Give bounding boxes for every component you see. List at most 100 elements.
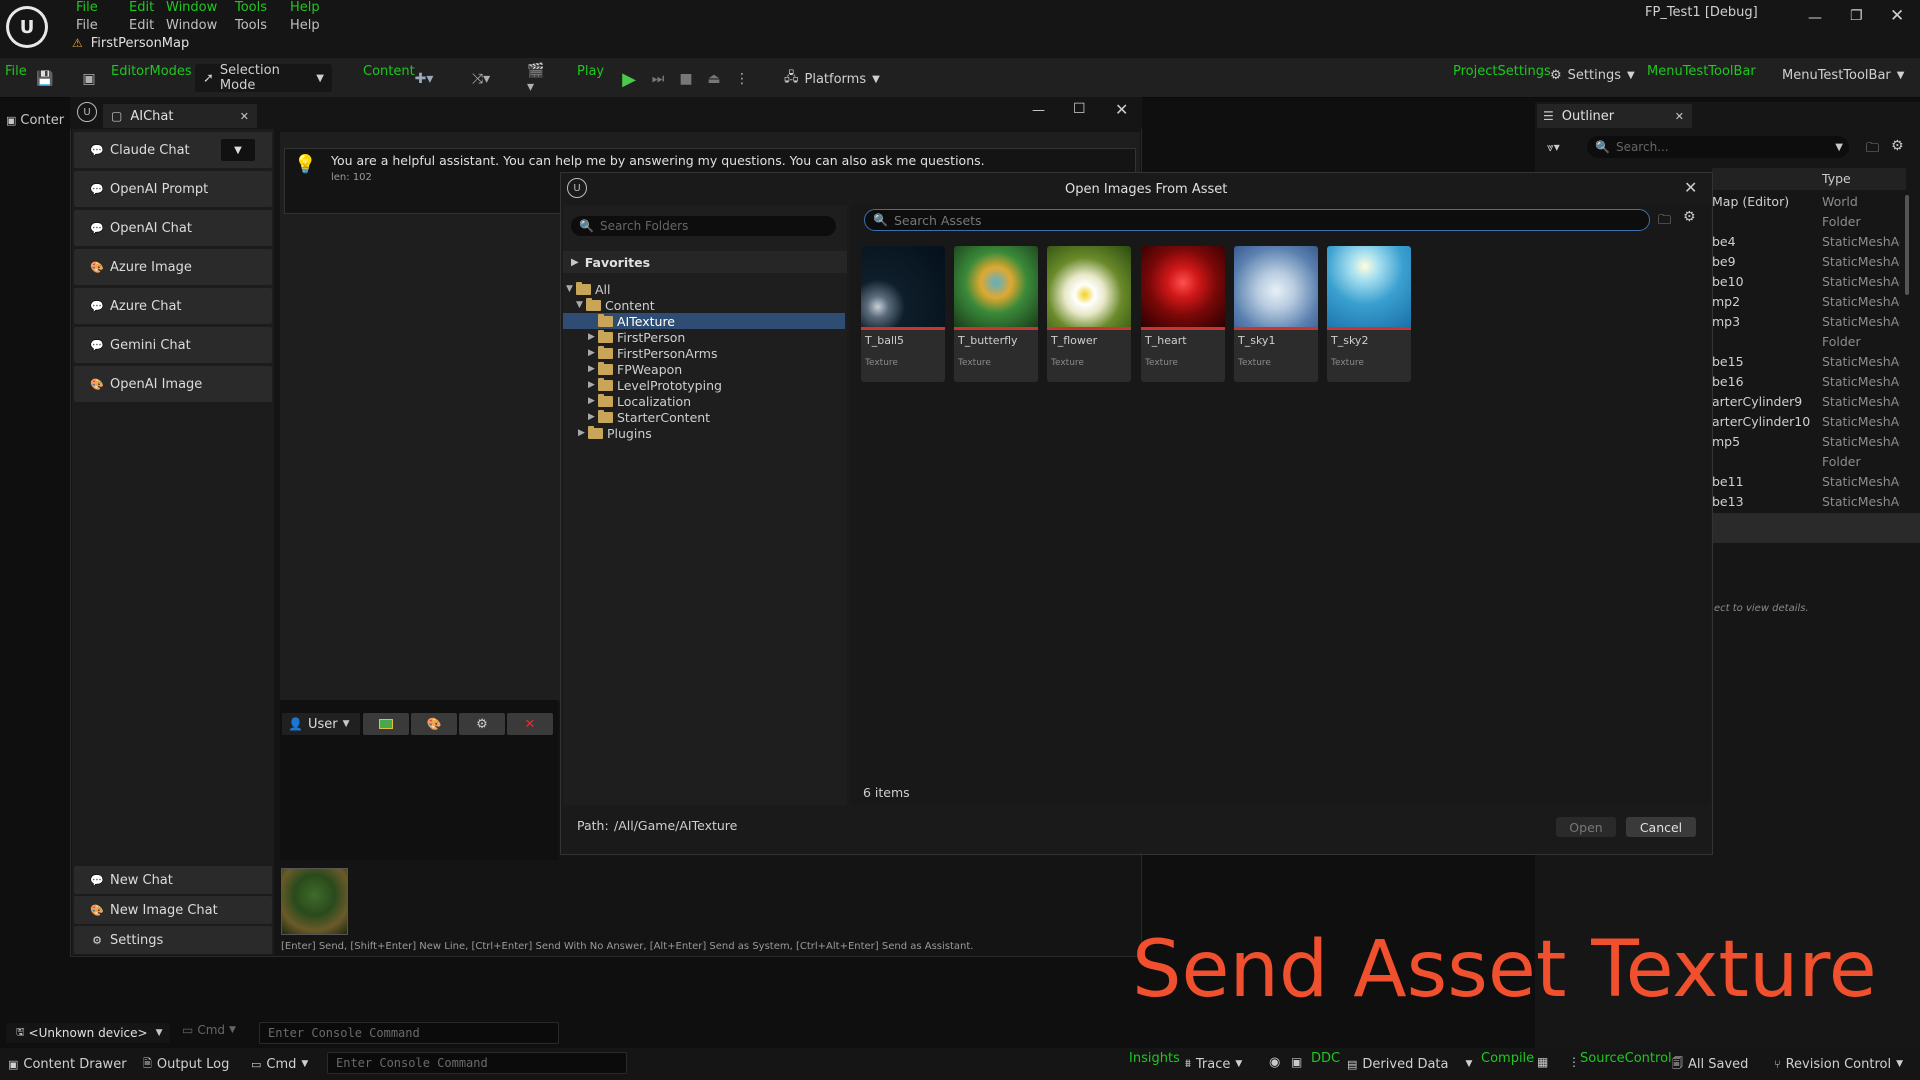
- more-options-icon[interactable]: ⋮: [731, 68, 753, 90]
- derived-data-dropdown[interactable]: ▤ Derived Data ▼: [1347, 1053, 1472, 1075]
- options-button[interactable]: ⚙: [459, 713, 505, 735]
- menu-window[interactable]: Window: [166, 18, 235, 33]
- tree-item-levelprototyping[interactable]: ▶ LevelPrototyping: [563, 377, 845, 393]
- settings-dropdown[interactable]: ⚙ Settings ▼: [1550, 68, 1635, 83]
- table-row[interactable]: mp3 StaticMeshAc: [1712, 314, 1904, 334]
- blueprint-icon[interactable]: ⤨▾: [470, 68, 492, 90]
- eject-icon[interactable]: ⏏: [703, 68, 725, 90]
- view-folder-icon[interactable]: 🗀: [1658, 211, 1671, 233]
- close-tab-icon[interactable]: ✕: [1675, 110, 1684, 123]
- table-row[interactable]: Folder: [1712, 214, 1904, 234]
- cinematics-icon[interactable]: 🎬▾: [527, 63, 549, 95]
- new-image-chat-button[interactable]: 🎨 New Image Chat: [74, 896, 272, 924]
- source-control-button[interactable]: SourceControl: [1580, 1051, 1672, 1066]
- aichat-tab[interactable]: ▢ AIChat ✕: [103, 104, 257, 128]
- search-folders-input[interactable]: 🔍 Search Folders: [571, 216, 836, 236]
- table-row[interactable]: Folder: [1712, 334, 1904, 354]
- selection-mode-dropdown[interactable]: ➚ Selection Mode ▼: [195, 63, 332, 93]
- favorites-section[interactable]: ▶ Favorites: [563, 251, 847, 273]
- table-row[interactable]: arterCylinder10 StaticMeshAc: [1712, 414, 1904, 434]
- sidebar-item-azure-image[interactable]: 🎨 Azure Image: [74, 249, 272, 285]
- toolbar-content[interactable]: Content: [363, 64, 415, 79]
- new-chat-button[interactable]: 💬 New Chat: [74, 866, 272, 894]
- asset-tile-t-ball5[interactable]: T_ball5 Texture: [861, 246, 945, 382]
- menu-test-toolbar-dropdown[interactable]: MenuTestToolBar ▼: [1782, 68, 1904, 83]
- tree-item-localization[interactable]: ▶ Localization: [563, 393, 845, 409]
- tree-item-all[interactable]: ▼ All: [563, 281, 845, 297]
- type-column-header[interactable]: Type: [1822, 171, 1851, 186]
- toolbar-play-label[interactable]: Play: [577, 64, 604, 79]
- device-dropdown[interactable]: 🖫 <Unknown device> ▼: [6, 1023, 170, 1043]
- asset-tile-t-flower[interactable]: T_flower Texture: [1047, 246, 1131, 382]
- table-row[interactable]: mp2 StaticMeshAc: [1712, 294, 1904, 314]
- tree-item-plugins[interactable]: ▶ Plugins: [563, 425, 845, 441]
- all-saved-status[interactable]: 🗐 All Saved: [1672, 1053, 1748, 1075]
- table-row[interactable]: mp5 StaticMeshAc: [1712, 434, 1904, 454]
- save-icon[interactable]: 💾: [34, 68, 56, 90]
- asset-tile-t-sky2[interactable]: T_sky2 Texture: [1327, 246, 1411, 382]
- table-row[interactable]: be15 StaticMeshAc: [1712, 354, 1904, 374]
- gear-icon[interactable]: ⚙: [1683, 209, 1696, 225]
- table-row[interactable]: be13 StaticMeshAc: [1712, 494, 1904, 514]
- window-close-icon[interactable]: ✕: [1115, 100, 1128, 119]
- camera-icon[interactable]: ▣: [1291, 1055, 1302, 1069]
- table-row[interactable]: be11 StaticMeshAc: [1712, 474, 1904, 494]
- asset-tile-t-sky1[interactable]: T_sky1 Texture: [1234, 246, 1318, 382]
- sidebar-item-openai-chat[interactable]: 💬 OpenAI Chat: [74, 210, 272, 246]
- open-button[interactable]: Open: [1556, 817, 1616, 837]
- settings-button[interactable]: ⚙ Settings: [74, 926, 272, 954]
- cancel-button[interactable]: Cancel: [1626, 817, 1696, 837]
- close-icon[interactable]: ✕: [1890, 6, 1904, 26]
- sidebar-item-gemini-chat[interactable]: 💬 Gemini Chat: [74, 327, 272, 363]
- tree-item-firstpersonarms[interactable]: ▶ FirstPersonArms: [563, 345, 845, 361]
- filter-icon[interactable]: ⩔▾: [1547, 140, 1560, 155]
- toolbar-project-settings[interactable]: ProjectSettings: [1453, 64, 1551, 79]
- window-maximize-icon[interactable]: ☐: [1073, 101, 1086, 117]
- delete-button[interactable]: ✕: [507, 713, 553, 735]
- unreal-logo-icon[interactable]: U: [6, 6, 48, 48]
- console-command-input[interactable]: Enter Console Command: [259, 1022, 559, 1044]
- more-icon[interactable]: ⋮: [1568, 1055, 1580, 1069]
- table-row[interactable]: Folder: [1712, 454, 1904, 474]
- add-folder-icon[interactable]: 🗀: [1866, 139, 1879, 161]
- add-actor-icon[interactable]: ✚▾: [413, 68, 435, 90]
- stop-icon[interactable]: ■: [675, 68, 697, 90]
- compile-button[interactable]: Compile: [1481, 1051, 1534, 1066]
- console-cmd-dropdown[interactable]: ▭ Cmd ▼: [182, 1023, 236, 1037]
- toolbar-menu-test-green[interactable]: MenuTestToolBar: [1647, 64, 1756, 79]
- record-icon[interactable]: ◉: [1269, 1055, 1280, 1070]
- restore-icon[interactable]: ❐: [1850, 8, 1863, 24]
- tree-item-content[interactable]: ▼ Content: [563, 297, 845, 313]
- tree-item-aitexture[interactable]: AITexture: [563, 313, 845, 329]
- menu-help[interactable]: Help: [290, 0, 330, 15]
- claude-chat-dropdown[interactable]: ▼: [221, 139, 255, 161]
- trace-dropdown[interactable]: ⩩ Trace ▼: [1185, 1053, 1242, 1075]
- asset-tile-t-butterfly[interactable]: T_butterfly Texture: [954, 246, 1038, 382]
- insights-button[interactable]: Insights: [1129, 1051, 1180, 1066]
- close-tab-icon[interactable]: ✕: [240, 110, 249, 123]
- tree-item-fpweapon[interactable]: ▶ FPWeapon: [563, 361, 845, 377]
- gear-icon[interactable]: ⚙: [1891, 138, 1904, 154]
- revision-control-dropdown[interactable]: ⑂ Revision Control ▼: [1774, 1053, 1903, 1075]
- sidebar-item-openai-image[interactable]: 🎨 OpenAI Image: [74, 366, 272, 402]
- tree-item-firstperson[interactable]: ▶ FirstPerson: [563, 329, 845, 345]
- content-tab[interactable]: ▣ Conter: [6, 110, 64, 130]
- content-drawer-button[interactable]: ▣ Content Drawer: [8, 1053, 127, 1075]
- menu-file[interactable]: File: [76, 18, 121, 33]
- status-console-input[interactable]: Enter Console Command: [327, 1052, 627, 1074]
- attached-texture-thumbnail[interactable]: [281, 868, 348, 935]
- outliner-tab[interactable]: ☰ Outliner ✕: [1537, 104, 1692, 128]
- minimize-icon[interactable]: —: [1808, 10, 1822, 26]
- tree-item-startercontent[interactable]: ▶ StarterContent: [563, 409, 845, 425]
- image-button[interactable]: [363, 713, 409, 735]
- table-row[interactable]: be16 StaticMeshAc: [1712, 374, 1904, 394]
- output-log-button[interactable]: 🗎 Output Log: [143, 1053, 229, 1075]
- menu-file[interactable]: File: [76, 0, 121, 15]
- outliner-search-input[interactable]: 🔍 Search... ▼: [1587, 136, 1849, 158]
- compile-icon[interactable]: ▦: [1537, 1055, 1548, 1069]
- role-dropdown[interactable]: 👤 User ▼: [282, 713, 360, 735]
- content-browser-icon[interactable]: ▣: [78, 68, 100, 90]
- play-icon[interactable]: ▶: [618, 68, 640, 90]
- asset-tile-t-heart[interactable]: T_heart Texture: [1141, 246, 1225, 382]
- toolbar-file[interactable]: File: [5, 64, 27, 79]
